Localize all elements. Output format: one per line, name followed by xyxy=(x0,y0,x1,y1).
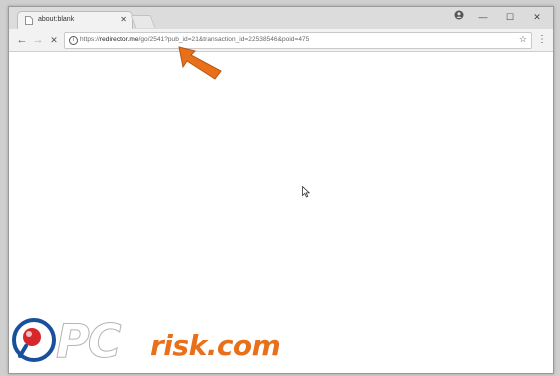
watermark-pc-text: PC xyxy=(55,314,122,368)
forward-button[interactable]: → xyxy=(31,33,45,47)
maximize-button[interactable]: ☐ xyxy=(503,10,517,24)
tab-close-icon[interactable]: ✕ xyxy=(120,15,127,25)
url-host: redirector.me xyxy=(99,36,139,43)
account-icon[interactable] xyxy=(452,10,466,24)
minimize-button[interactable]: — xyxy=(476,10,490,24)
close-window-button[interactable]: ✕ xyxy=(530,10,544,24)
mouse-cursor-icon xyxy=(302,186,310,198)
page-icon xyxy=(25,16,34,25)
back-button[interactable]: ← xyxy=(15,33,29,47)
browser-tab[interactable]: about:blank ✕ xyxy=(17,11,133,30)
browser-toolbar: ← → ✕ i https://redirector.me/go/2541?pu… xyxy=(9,29,553,52)
tab-title: about:blank xyxy=(38,16,75,23)
pointer-arrow-icon xyxy=(178,46,222,80)
url-text[interactable]: https://redirector.me/go/2541?pub_id=21&… xyxy=(80,36,309,43)
title-bar: about:blank ✕ — ☐ ✕ xyxy=(9,7,553,30)
info-icon[interactable]: i xyxy=(69,36,78,45)
new-tab-button[interactable] xyxy=(130,15,156,28)
pcrisk-watermark: PC risk.com xyxy=(8,312,338,372)
menu-icon[interactable]: ⋮ xyxy=(537,33,547,47)
address-bar[interactable]: i https://redirector.me/go/2541?pub_id=2… xyxy=(64,32,532,49)
pcrisk-logo-icon xyxy=(12,318,56,362)
url-prefix: https:// xyxy=(80,36,100,43)
watermark-risk-text: risk.com xyxy=(150,329,281,362)
url-path: /go/2541?pub_id=21&transaction_id=225385… xyxy=(138,36,310,43)
bookmark-star-icon[interactable]: ☆ xyxy=(519,34,527,45)
stop-loading-button[interactable]: ✕ xyxy=(47,33,61,47)
